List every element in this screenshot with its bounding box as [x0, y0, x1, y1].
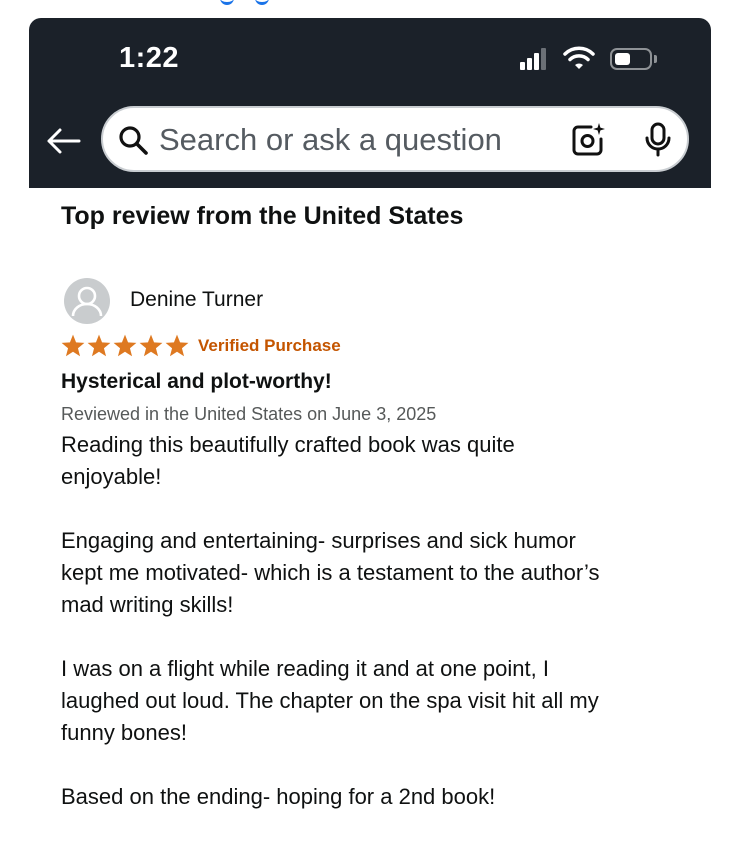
wifi-icon — [563, 46, 595, 69]
battery-icon — [610, 48, 657, 70]
search-icon — [119, 126, 148, 155]
avatar[interactable] — [64, 278, 110, 324]
section-title: Top review from the United States — [61, 202, 464, 230]
back-arrow-icon[interactable] — [45, 126, 81, 156]
review-paragraph: I was on a flight while reading it and a… — [61, 656, 599, 745]
review-body: Reading this beautifully crafted book wa… — [61, 429, 691, 845]
status-bar: 1:22 — [29, 18, 711, 98]
camera-icon[interactable] — [569, 121, 607, 159]
star-rating — [61, 334, 189, 357]
star-icon — [139, 334, 163, 357]
star-icon — [87, 334, 111, 357]
status-time: 1:22 — [119, 42, 180, 74]
reviewer-name[interactable]: Denine Turner — [130, 288, 263, 312]
review-paragraph: Reading this beautifully crafted book wa… — [61, 432, 515, 489]
review-meta: Reviewed in the United States on June 3,… — [61, 404, 437, 424]
star-icon — [165, 334, 189, 357]
signal-icon — [520, 48, 546, 70]
star-icon — [113, 334, 137, 357]
review-title: Hysterical and plot-worthy! — [61, 370, 332, 393]
star-icon — [61, 334, 85, 357]
avatar-person-icon — [65, 279, 109, 323]
review-paragraph: Engaging and entertaining- surprises and… — [61, 528, 600, 617]
search-bar[interactable] — [101, 106, 689, 172]
mic-icon[interactable] — [641, 122, 675, 158]
partial-link-underline — [150, 0, 270, 5]
search-input[interactable] — [159, 120, 539, 160]
review-paragraph: Based on the ending- hoping for a 2nd bo… — [61, 784, 496, 809]
app-header: 1:22 — [29, 18, 711, 188]
verified-purchase-badge: Verified Purchase — [198, 336, 341, 355]
